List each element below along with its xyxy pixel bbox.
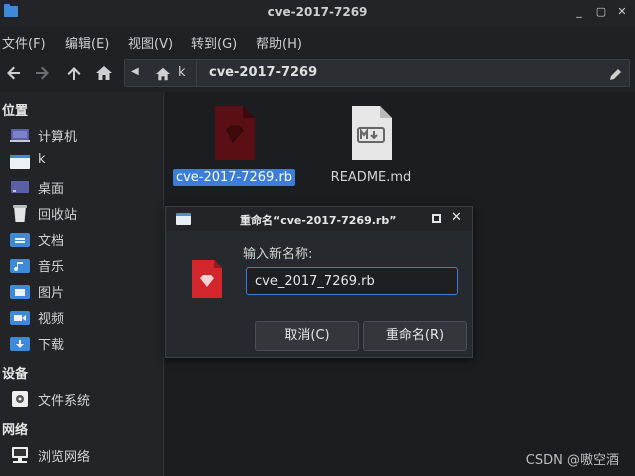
back-button[interactable] — [4, 63, 26, 83]
sidebar-item-pictures[interactable]: 图片 — [10, 280, 160, 302]
file-name-label: cve-2017-7269.rb — [172, 169, 296, 186]
ruby-file-icon — [215, 106, 255, 160]
menu-file[interactable]: 文件(F) — [2, 33, 46, 52]
pencil-icon — [610, 69, 621, 80]
path-scroll-left-icon[interactable]: ◀ — [131, 66, 139, 77]
watermark-text: CSDN @嗷空酒 — [525, 453, 619, 468]
up-arrow-icon — [67, 67, 81, 80]
sidebar-item-filesystem[interactable]: 文件系统 — [10, 388, 160, 410]
sidebar-item-videos[interactable]: 视频 — [10, 306, 160, 328]
dialog-close-button[interactable]: ✕ — [451, 210, 462, 225]
documents-icon — [10, 233, 30, 247]
file-item[interactable]: README.md — [306, 104, 436, 186]
menu-edit[interactable]: 编辑(E) — [65, 33, 109, 52]
sidebar-heading-network: 网络 — [2, 423, 29, 438]
pictures-icon — [10, 285, 30, 299]
cancel-button[interactable]: 取消(C) — [255, 321, 359, 351]
path-segment-home-label[interactable]: k — [178, 65, 186, 80]
close-button[interactable]: ✕ — [616, 6, 628, 18]
home-icon — [156, 67, 170, 81]
toolbar: ◀ k cve-2017-7269 — [0, 58, 635, 88]
markdown-file-icon — [352, 106, 392, 160]
dialog-title: 重命名“cve-2017-7269.rb” — [240, 214, 397, 227]
sidebar-item-label: 浏览网络 — [38, 450, 91, 465]
sidebar-item-documents[interactable]: 文档 — [10, 228, 160, 250]
music-icon — [10, 259, 30, 273]
folder-icon — [176, 213, 191, 225]
sidebar-item-browse-network[interactable]: 浏览网络 — [10, 444, 160, 466]
menu-help[interactable]: 帮助(H) — [256, 33, 302, 52]
computer-icon — [10, 129, 30, 142]
home-button[interactable] — [94, 63, 116, 83]
rename-dialog: 重命名“cve-2017-7269.rb” ✕ 输入新名称: 取消(C) 重命名… — [165, 206, 473, 358]
trash-icon — [13, 205, 27, 222]
file-name-label: README.md — [330, 170, 412, 185]
edit-location-button[interactable] — [609, 66, 623, 85]
new-name-label: 输入新名称: — [243, 247, 313, 262]
file-item[interactable]: cve-2017-7269.rb — [169, 104, 299, 186]
sidebar-item-trash[interactable]: 回收站 — [10, 202, 160, 224]
sidebar-heading-devices: 设备 — [2, 367, 29, 382]
forward-button[interactable] — [32, 63, 54, 83]
sidebar: 位置 计算机 k 桌面 回收站 文档 音乐 图片 视频 下载 设备 文件系统 网… — [0, 92, 164, 476]
forward-arrow-icon — [36, 66, 49, 80]
home-icon — [96, 66, 112, 80]
sidebar-item-label: 桌面 — [38, 182, 65, 197]
sidebar-item-label: 文件系统 — [38, 394, 91, 409]
menu-go[interactable]: 转到(G) — [191, 33, 237, 52]
sidebar-item-music[interactable]: 音乐 — [10, 254, 160, 276]
sidebar-item-label: 文档 — [38, 234, 65, 249]
new-name-input[interactable] — [246, 267, 458, 295]
up-button[interactable] — [64, 63, 86, 83]
path-bar: ◀ k cve-2017-7269 — [124, 59, 630, 87]
path-separator — [196, 60, 197, 86]
menu-view[interactable]: 视图(V) — [128, 33, 173, 52]
path-home-segment[interactable] — [155, 66, 171, 85]
sidebar-item-label: 图片 — [38, 286, 65, 301]
sidebar-item-label: k — [38, 152, 46, 167]
path-segment-current[interactable]: cve-2017-7269 — [209, 65, 317, 80]
sidebar-item-label: 视频 — [38, 312, 65, 327]
dialog-maximize-button[interactable] — [432, 214, 441, 223]
home-folder-icon — [10, 155, 30, 169]
sidebar-item-downloads[interactable]: 下载 — [10, 332, 160, 354]
desktop-icon — [11, 181, 29, 193]
minimize-button[interactable]: _ — [573, 6, 585, 18]
rename-button[interactable]: 重命名(R) — [363, 321, 467, 351]
title-bar: cve-2017-7269 _ ▢ ✕ — [0, 0, 635, 26]
ruby-file-icon — [190, 258, 224, 304]
sidebar-item-label: 音乐 — [38, 260, 65, 275]
dialog-title-bar: 重命名“cve-2017-7269.rb” ✕ — [166, 207, 472, 231]
sidebar-item-label: 回收站 — [38, 208, 78, 223]
sidebar-item-home[interactable]: k — [10, 150, 160, 172]
maximize-button[interactable]: ▢ — [595, 6, 607, 18]
sidebar-item-label: 计算机 — [38, 130, 78, 145]
sidebar-heading-places: 位置 — [2, 104, 29, 119]
downloads-icon — [10, 337, 30, 351]
sidebar-item-computer[interactable]: 计算机 — [10, 124, 160, 146]
menu-bar: 文件(F) 编辑(E) 视图(V) 转到(G) 帮助(H) — [0, 27, 635, 55]
sidebar-item-label: 下载 — [38, 338, 65, 353]
sidebar-item-desktop[interactable]: 桌面 — [10, 176, 160, 198]
network-icon — [12, 447, 28, 463]
videos-icon — [10, 311, 30, 325]
back-arrow-icon — [7, 66, 20, 80]
drive-icon — [12, 391, 28, 407]
window-title: cve-2017-7269 — [267, 5, 368, 19]
